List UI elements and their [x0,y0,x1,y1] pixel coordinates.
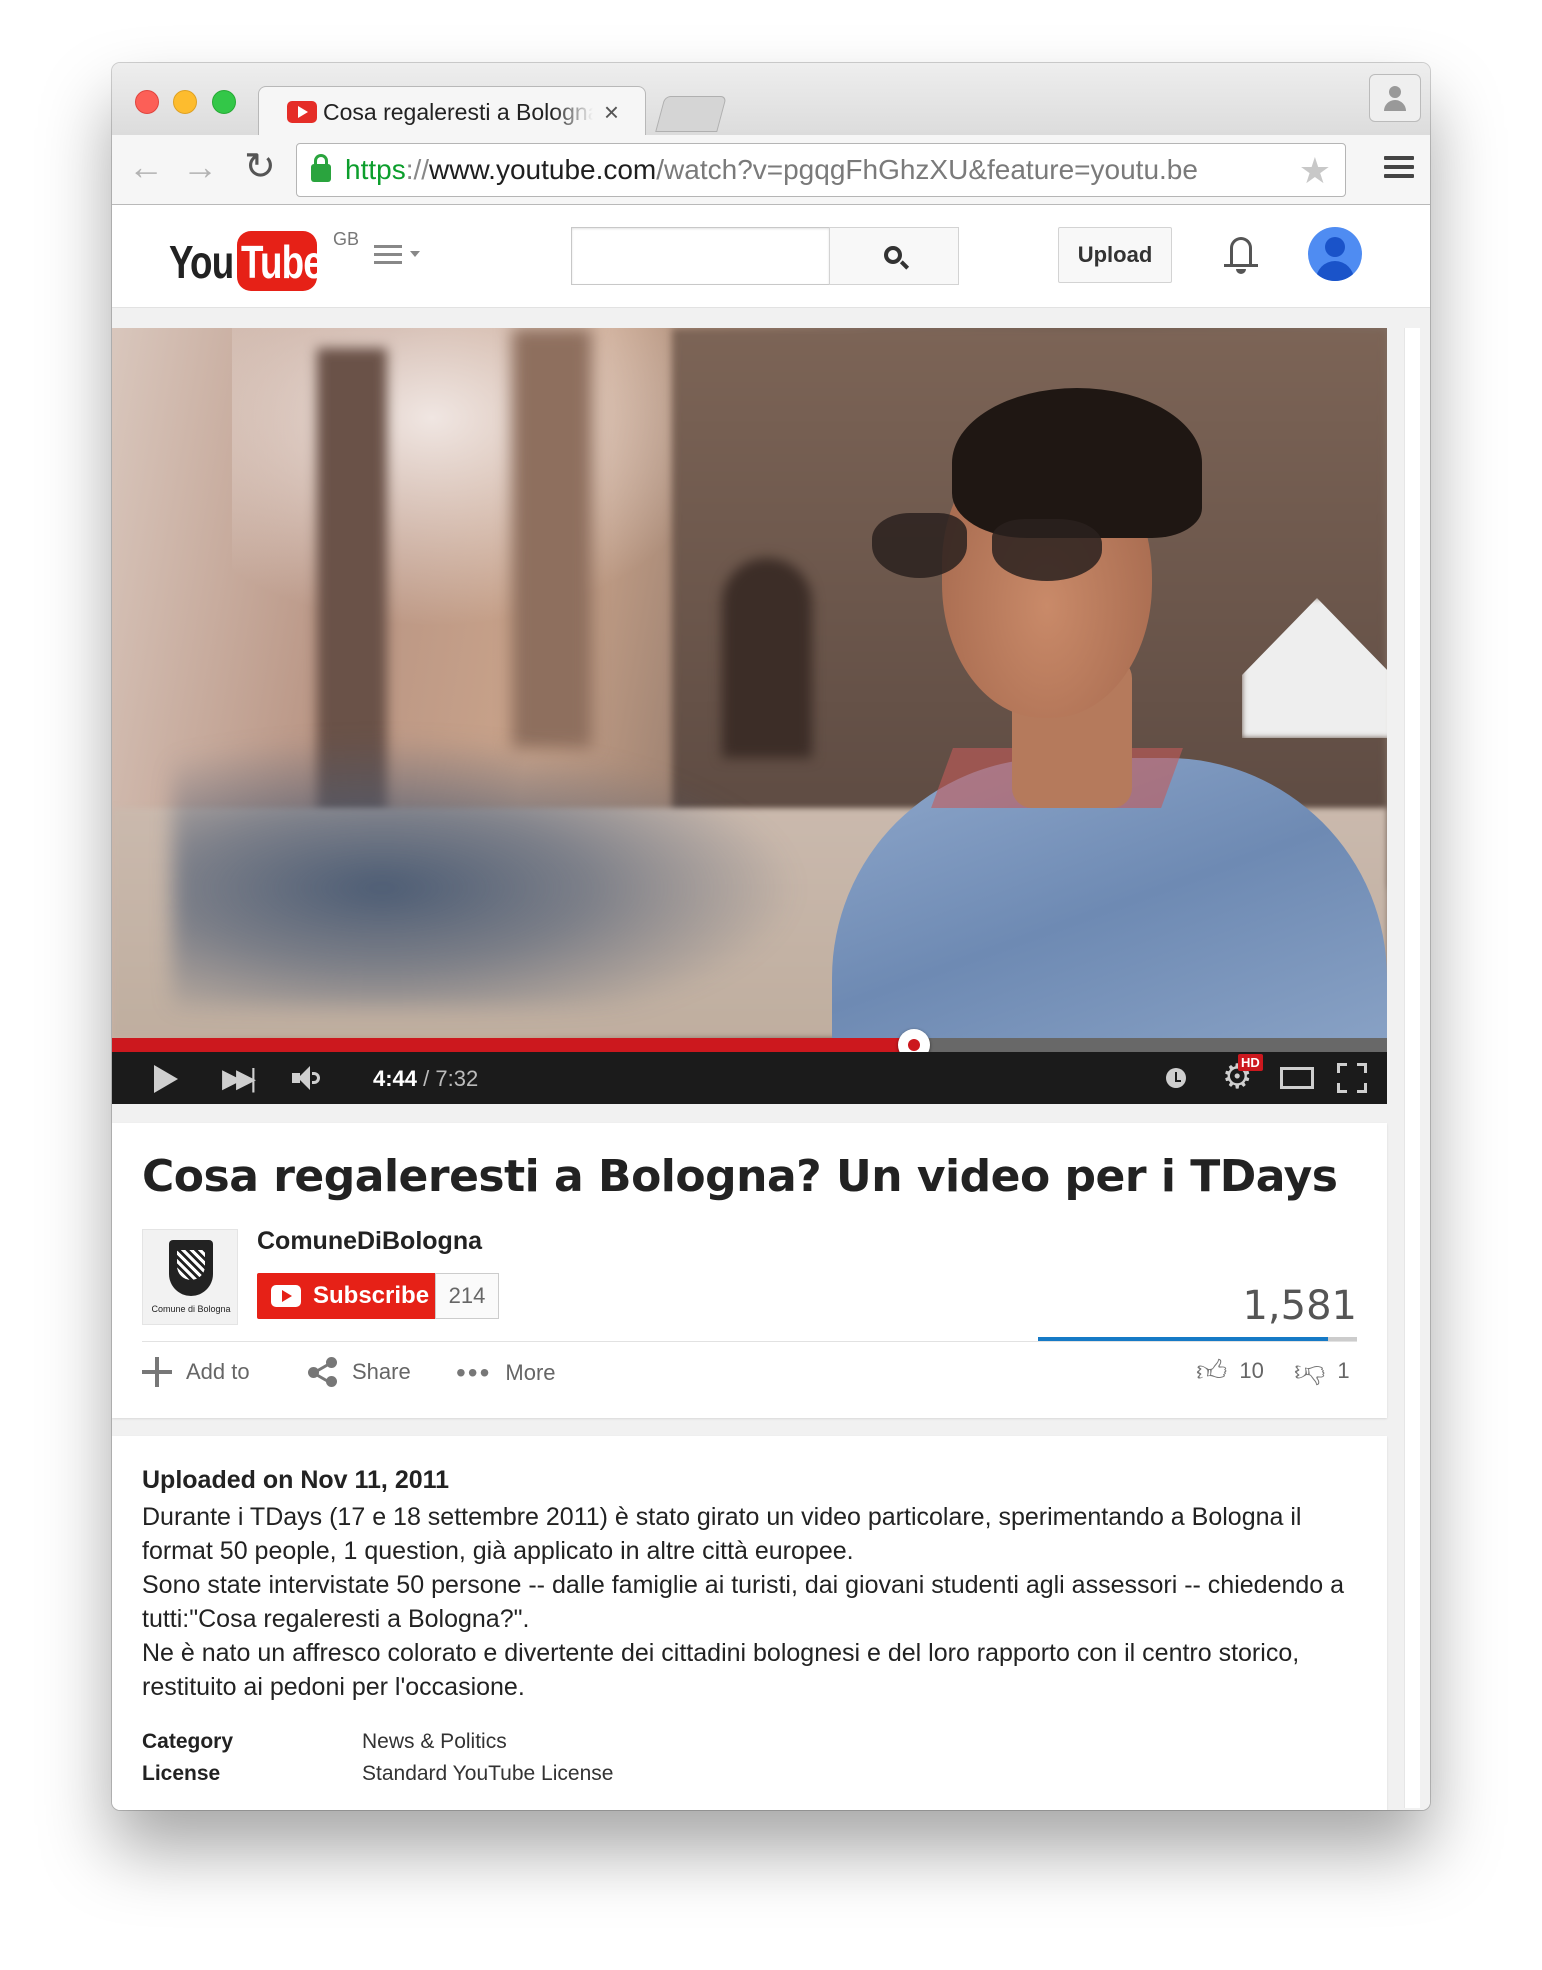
player-controls: ▶▶| 4:44 / 7:32 ⚙ HD [112,1052,1387,1104]
video-player[interactable]: ▶▶| 4:44 / 7:32 ⚙ HD [112,328,1387,1104]
upload-button[interactable]: Upload [1058,227,1172,283]
next-icon[interactable]: ▶▶| [222,1065,257,1091]
masthead: You Tube GB Upload [112,205,1430,308]
share-button[interactable]: Share [308,1357,411,1387]
notifications-bell-icon[interactable] [1224,231,1258,275]
description-paragraph: Durante i TDays (17 e 18 settembre 2011)… [142,1503,1302,1565]
chevron-down-icon[interactable] [410,251,420,257]
license-value: Standard YouTube License [362,1762,614,1785]
dislike-count: 1 [1337,1357,1350,1383]
category-row: Category News & Politics [142,1730,507,1754]
address-bar[interactable]: https://www.youtube.com/watch?v=pgqgFhGh… [296,143,1346,197]
more-label: More [505,1360,556,1385]
subscribe-label: Subscribe [313,1282,430,1309]
logo-you-text: You [169,236,234,288]
browser-toolbar: ← → ↻ https://www.youtube.com/watch?v=pg… [112,135,1430,205]
coat-of-arms-icon [169,1240,213,1296]
progress-bar[interactable] [112,1029,1387,1061]
volume-icon[interactable] [292,1064,322,1092]
divider [142,1341,1357,1342]
url-text[interactable]: https://www.youtube.com/watch?v=pgqgFhGh… [345,154,1198,186]
person-icon-body [1384,100,1406,111]
upload-date: Uploaded on Nov 11, 2011 [142,1466,450,1494]
like-count: 10 [1239,1357,1264,1383]
thumbs-down-icon: 👍︎ [1294,1356,1326,1389]
new-tab-button[interactable] [655,96,727,132]
guide-menu-icon[interactable] [374,245,402,269]
search-icon-handle [899,260,910,270]
url-scheme: https [345,154,406,185]
bookmark-star-icon[interactable]: ★ [1299,150,1331,192]
lock-icon [311,154,331,182]
search-button[interactable] [829,227,959,285]
channel-name-link[interactable]: ComuneDiBologna [257,1227,482,1256]
video-frame[interactable] [112,328,1387,1038]
url-host: www.youtube.com [429,154,657,185]
page-scrollbar[interactable] [1404,328,1420,1808]
fullscreen-icon[interactable] [1337,1063,1367,1093]
forward-arrow-icon[interactable]: → [182,147,218,187]
hd-badge: HD [1238,1054,1263,1071]
time-display: 4:44 / 7:32 [373,1066,479,1091]
back-arrow-icon[interactable]: ← [128,147,164,187]
progress-played [112,1038,914,1052]
browser-tab[interactable]: Cosa regaleresti a Bologna? Un video per… [258,86,646,137]
like-button[interactable]: 👍︎ 10 [1196,1357,1264,1387]
add-to-button[interactable]: Add to [142,1357,250,1387]
plus-icon [142,1357,172,1387]
share-label: Share [352,1359,411,1384]
minimize-window-button[interactable] [173,90,197,114]
channel-thumb-label: Comune di Bologna [151,1304,231,1314]
view-count: 1,581 [1242,1283,1357,1329]
search-icon [884,246,902,264]
region-code: GB [333,229,360,249]
license-label: License [142,1762,221,1785]
video-info-card: Cosa regaleresti a Bologna? Un video per… [112,1123,1387,1418]
more-dots-icon: ••• [456,1357,492,1388]
subscribe-button[interactable]: Subscribe [257,1273,435,1319]
watch-later-icon[interactable] [1166,1068,1186,1088]
search-input[interactable] [571,227,830,285]
zoom-window-button[interactable] [212,90,236,114]
tab-title: Cosa regaleresti a Bologna? Un video per… [323,99,593,125]
add-to-label: Add to [186,1359,250,1384]
hamburger-menu-icon[interactable] [1384,156,1414,183]
subscriber-count: 214 [435,1273,499,1319]
duration: 7:32 [435,1066,479,1091]
video-title: Cosa regaleresti a Bologna? Un video per… [142,1151,1338,1202]
person-icon [1389,86,1401,98]
channel-thumbnail[interactable]: Comune di Bologna [142,1229,238,1325]
thumbs-up-icon: 👍︎ [1196,1355,1228,1388]
share-icon [308,1357,338,1387]
url-separator: :// [405,154,430,185]
reload-icon[interactable]: ↻ [244,147,276,187]
play-icon[interactable] [154,1065,178,1093]
close-icon[interactable]: × [604,97,619,128]
description-text: Durante i TDays (17 e 18 settembre 2011)… [142,1500,1362,1704]
title-bar: Cosa regaleresti a Bologna? Un video per… [112,63,1430,137]
browser-window: Cosa regaleresti a Bologna? Un video per… [112,63,1430,1810]
description-paragraph: Sono state intervistate 50 persone -- da… [142,1571,1345,1633]
more-button[interactable]: ••• More [456,1357,556,1389]
youtube-page: You Tube GB Upload ▶▶| 4:44 / 7:32 ⚙ HD … [112,205,1430,1810]
close-window-button[interactable] [135,90,159,114]
category-label: Category [142,1730,234,1753]
license-row: License Standard YouTube License [142,1762,613,1786]
url-path: /watch?v=pgqgFhGhzXU&feature=youtu.be [656,154,1198,185]
profile-button[interactable] [1369,74,1421,122]
youtube-play-icon [271,1285,301,1307]
logo-tube-text: Tube [241,236,324,288]
description-paragraph: Ne è nato un affresco colorato e diverte… [142,1639,1300,1701]
theater-mode-icon[interactable] [1280,1067,1314,1089]
youtube-favicon-icon [287,101,317,123]
dislike-button[interactable]: 👍︎ 1 [1294,1356,1350,1389]
avatar[interactable] [1308,227,1362,281]
category-link[interactable]: News & Politics [362,1730,507,1753]
current-time: 4:44 [373,1066,418,1091]
description-card: Uploaded on Nov 11, 2011 Durante i TDays… [112,1436,1387,1810]
